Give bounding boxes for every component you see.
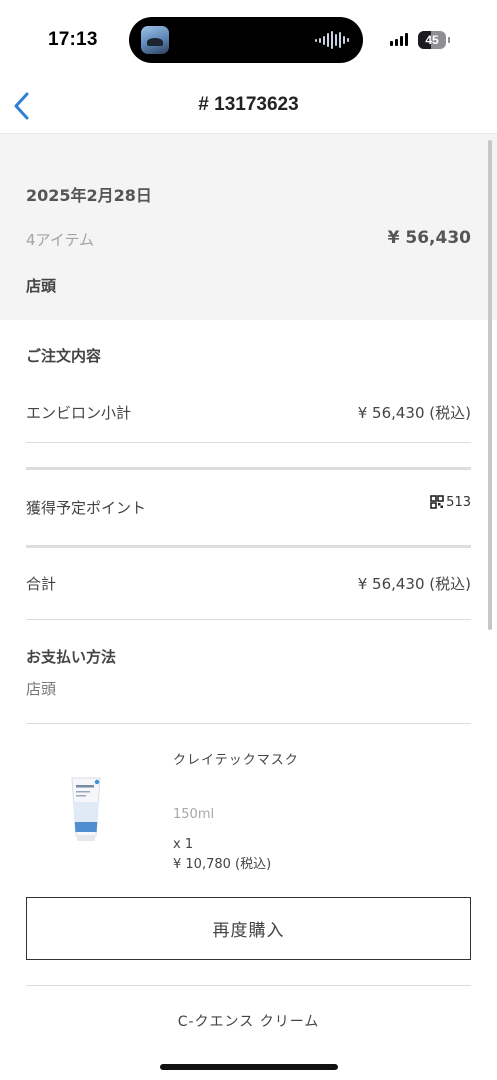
product-price: ¥ 10,780 (税込) xyxy=(173,857,272,872)
summary-total: ¥ 56,430 xyxy=(387,228,471,248)
status-bar: 17:13 45 xyxy=(0,0,497,80)
subtotal-label: エンビロン小計 xyxy=(26,404,132,422)
divider xyxy=(26,442,471,443)
item-count: 4アイテム xyxy=(26,231,95,249)
points-label: 獲得予定ポイント xyxy=(26,499,147,517)
scrollbar[interactable] xyxy=(488,140,492,630)
payment-method-heading: お支払い方法 xyxy=(26,648,117,666)
product-size: 150ml xyxy=(173,807,215,822)
tube-product-icon xyxy=(71,777,101,841)
page-title: # 13173623 xyxy=(198,94,299,115)
rebuy-button[interactable]: 再度購入 xyxy=(26,897,471,960)
audio-waveform-icon xyxy=(315,31,349,49)
battery-level-text: 45 xyxy=(425,33,439,47)
total-value: ¥ 56,430 (税込) xyxy=(357,575,471,593)
points-badge: 513 xyxy=(430,495,471,509)
divider xyxy=(26,545,471,548)
dynamic-island[interactable] xyxy=(129,17,363,63)
battery-icon: 45 xyxy=(418,31,446,49)
order-details-heading: ご注文内容 xyxy=(26,347,102,365)
points-grid-icon xyxy=(430,495,444,509)
product-name[interactable]: クレイテックマスク xyxy=(173,749,299,768)
divider xyxy=(26,723,471,724)
divider xyxy=(26,467,471,470)
subtotal-value: ¥ 56,430 (税込) xyxy=(357,404,471,422)
nav-bar: # 13173623 xyxy=(0,80,497,134)
home-indicator[interactable] xyxy=(160,1064,338,1070)
status-time: 17:13 xyxy=(48,29,98,50)
divider xyxy=(26,619,471,620)
order-summary: 2025年2月28日 4アイテム ¥ 56,430 店頭 xyxy=(0,134,497,320)
points-value: 513 xyxy=(446,495,471,510)
product-quantity: x 1 xyxy=(173,837,194,852)
divider xyxy=(26,985,471,986)
payment-method-value: 店頭 xyxy=(26,680,57,698)
cellular-signal-icon xyxy=(390,33,408,46)
product-image[interactable] xyxy=(68,776,104,842)
next-product-name[interactable]: C-クエンス クリーム xyxy=(0,1011,497,1031)
total-label: 合計 xyxy=(26,575,57,593)
battery-cap xyxy=(448,37,450,43)
order-date: 2025年2月28日 xyxy=(26,186,152,205)
now-playing-artwork xyxy=(141,26,169,54)
purchase-channel: 店頭 xyxy=(26,277,57,295)
